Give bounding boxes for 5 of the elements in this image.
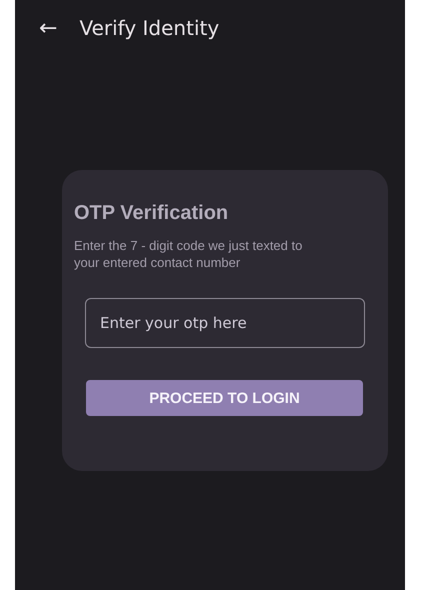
otp-input-field[interactable]: Enter your otp here bbox=[85, 298, 365, 348]
description-text: Enter the 7 - digit code we just texted to your entered contact number bbox=[74, 237, 304, 271]
screen-title: Verify Identity bbox=[79, 16, 220, 40]
back-button[interactable]: ← bbox=[35, 16, 62, 40]
card-title: OTP Verification bbox=[74, 202, 230, 225]
